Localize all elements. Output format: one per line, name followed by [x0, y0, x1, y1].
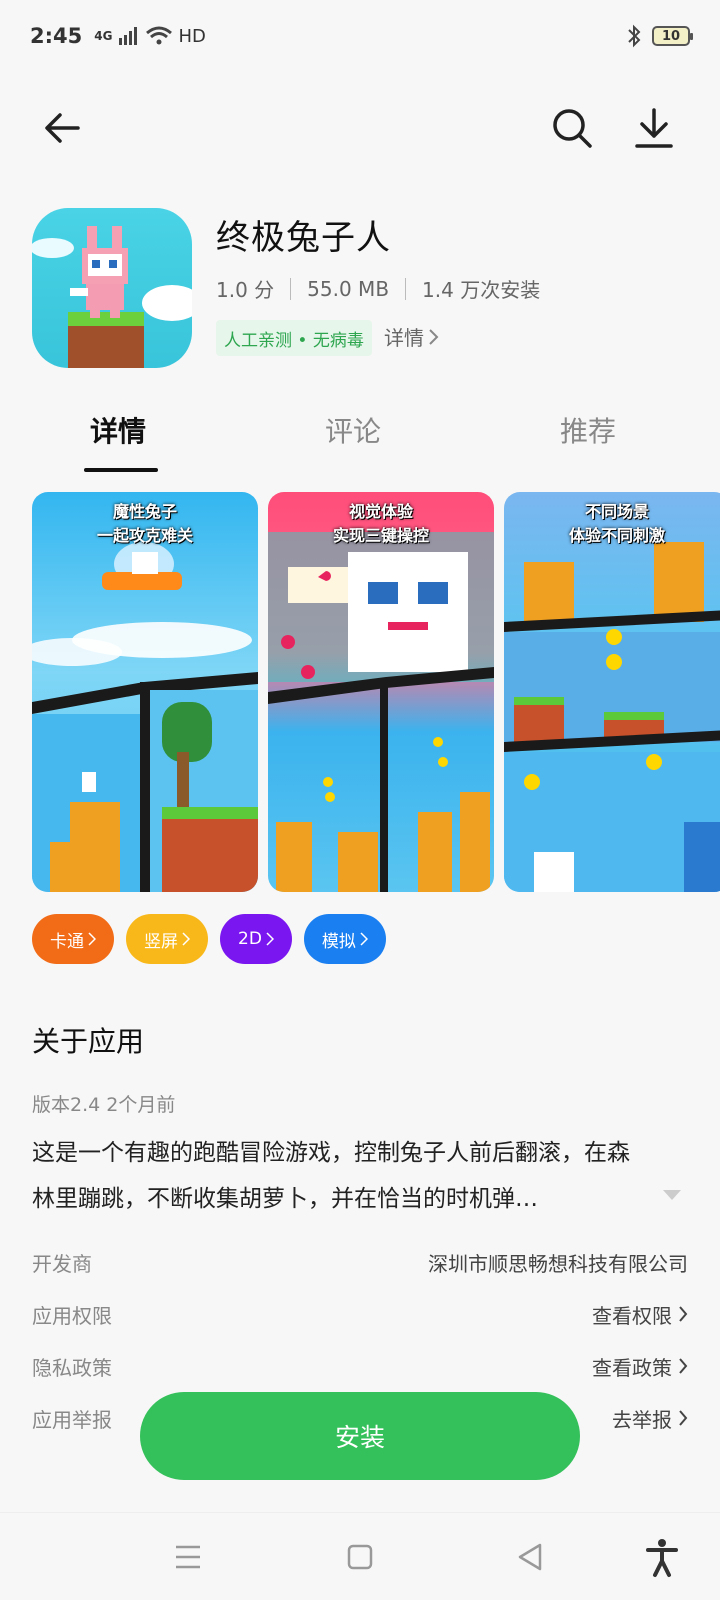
- report-label: 应用举报: [32, 1407, 112, 1432]
- screenshot-2[interactable]: 视觉体验 实现三键操控: [268, 492, 494, 892]
- home-icon[interactable]: [338, 1535, 382, 1579]
- divider: [405, 277, 407, 300]
- system-nav-bar: [0, 1512, 720, 1600]
- screenshot-3-caption: 不同场景 体验不同刺激: [568, 502, 665, 545]
- screenshot-1-caption: 魔性兔子 一起攻克难关: [96, 502, 193, 545]
- tag-2d[interactable]: 2D: [220, 914, 292, 964]
- developer-value: 深圳市顺思畅想科技有限公司: [428, 1251, 688, 1276]
- developer-row: 开发商 深圳市顺思畅想科技有限公司: [32, 1242, 688, 1282]
- app-icon: [32, 208, 192, 368]
- top-bar: [0, 88, 720, 168]
- chevron-right-icon: [360, 932, 368, 946]
- app-description: 这是一个有趣的跑酷冒险游戏，控制兔子人前后翻滚，在森林里蹦跳，不断收集胡萝卜，并…: [32, 1140, 630, 1212]
- download-icon[interactable]: [632, 106, 676, 150]
- permissions-value[interactable]: 查看权限: [592, 1300, 688, 1329]
- tab-bar: 详情 评论 推荐: [0, 396, 720, 476]
- wifi-icon: [146, 26, 173, 45]
- safety-badge: 人工亲测 • 无病毒: [216, 320, 372, 356]
- screenshot-carousel[interactable]: 魔性兔子 一起攻克难关 视觉体验 实现三键操控 不同场景 体验不同刺激: [32, 492, 720, 892]
- network-type: 4G: [94, 29, 113, 43]
- chevron-right-icon: [679, 1358, 688, 1374]
- permissions-row[interactable]: 应用权限 查看权限: [32, 1294, 688, 1334]
- tab-reviews[interactable]: 评论: [325, 410, 381, 450]
- divider: [290, 277, 292, 300]
- back-triangle-icon[interactable]: [508, 1535, 552, 1579]
- tag-portrait[interactable]: 竖屏: [126, 914, 208, 964]
- signal-indicators: 4G HD: [94, 26, 206, 47]
- chevron-right-icon: [429, 328, 439, 345]
- tab-recommend[interactable]: 推荐: [560, 410, 616, 450]
- privacy-row[interactable]: 隐私政策 查看政策: [32, 1346, 688, 1386]
- details-link[interactable]: 详情: [384, 322, 440, 351]
- details-link-label: 详情: [384, 326, 424, 350]
- status-time: 2:45: [30, 24, 83, 48]
- expand-triangle-icon[interactable]: [663, 1190, 681, 1200]
- app-rating: 1.0 分: [216, 278, 275, 302]
- search-icon[interactable]: [550, 106, 594, 150]
- install-button[interactable]: 安装: [140, 1392, 580, 1480]
- app-meta: 1.0 分 55.0 MB 1.4 万次安装: [216, 274, 540, 303]
- tag-simulation[interactable]: 模拟: [303, 914, 386, 964]
- report-value[interactable]: 去举报: [612, 1404, 688, 1433]
- app-size: 55.0 MB: [307, 276, 390, 301]
- version-info: 版本2.4 2个月前: [32, 1094, 176, 1116]
- signal-icon: [119, 27, 138, 45]
- tab-indicator: [84, 468, 158, 472]
- developer-label: 开发商: [32, 1251, 92, 1276]
- chevron-right-icon: [679, 1306, 688, 1322]
- back-arrow-icon[interactable]: [40, 106, 84, 150]
- about-title: 关于应用: [32, 1025, 145, 1058]
- tag-cartoon[interactable]: 卡通: [32, 914, 114, 964]
- bluetooth-icon: [628, 24, 641, 48]
- tag-list: 卡通 竖屏 2D 模拟: [32, 914, 386, 964]
- privacy-label: 隐私政策: [32, 1355, 112, 1380]
- screenshot-2-caption: 视觉体验 实现三键操控: [332, 502, 429, 545]
- hd-indicator: HD: [178, 25, 206, 47]
- status-right: 10: [626, 24, 693, 48]
- app-name: 终极兔子人: [216, 218, 391, 258]
- chevron-right-icon: [266, 932, 274, 946]
- chevron-right-icon: [182, 932, 190, 946]
- chevron-right-icon: [679, 1410, 688, 1426]
- battery-icon: 10: [652, 26, 693, 46]
- screenshot-3[interactable]: 不同场景 体验不同刺激: [504, 492, 720, 892]
- screenshot-1[interactable]: 魔性兔子 一起攻克难关: [32, 492, 258, 892]
- app-installs: 1.4 万次安装: [422, 278, 541, 302]
- status-bar: 2:45 4G HD 10: [0, 0, 720, 72]
- chevron-right-icon: [88, 932, 96, 946]
- accessibility-icon[interactable]: [640, 1535, 684, 1579]
- permissions-label: 应用权限: [32, 1303, 112, 1328]
- menu-icon[interactable]: [166, 1535, 210, 1579]
- tab-details[interactable]: 详情: [90, 410, 146, 450]
- privacy-value[interactable]: 查看政策: [592, 1352, 688, 1381]
